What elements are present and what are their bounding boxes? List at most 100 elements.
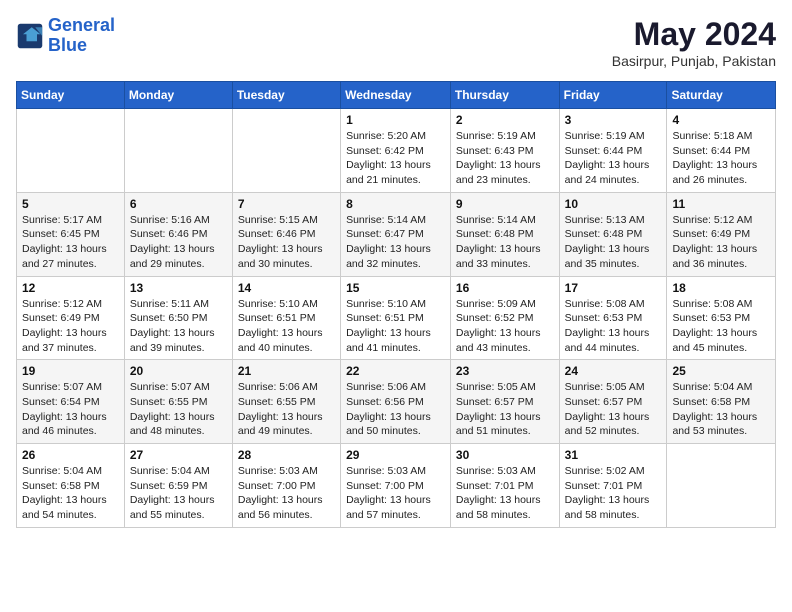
day-number: 18	[672, 281, 770, 295]
day-info: Sunrise: 5:19 AM Sunset: 6:43 PM Dayligh…	[456, 129, 554, 188]
calendar-cell: 13Sunrise: 5:11 AM Sunset: 6:50 PM Dayli…	[124, 276, 232, 360]
day-number: 3	[565, 113, 662, 127]
day-number: 29	[346, 448, 445, 462]
day-info: Sunrise: 5:18 AM Sunset: 6:44 PM Dayligh…	[672, 129, 770, 188]
day-info: Sunrise: 5:10 AM Sunset: 6:51 PM Dayligh…	[238, 297, 335, 356]
day-info: Sunrise: 5:12 AM Sunset: 6:49 PM Dayligh…	[22, 297, 119, 356]
logo-text: General Blue	[48, 16, 115, 56]
calendar-cell: 2Sunrise: 5:19 AM Sunset: 6:43 PM Daylig…	[450, 109, 559, 193]
day-number: 15	[346, 281, 445, 295]
calendar-cell: 28 Sunrise: 5:03 AM Sunset: 7:00 PM Dayli…	[232, 444, 340, 528]
calendar-cell: 25 Sunrise: 5:04 AM Sunset: 6:58 PM Dayli…	[667, 360, 776, 444]
day-info: Sunrise: 5:05 AM Sunset: 6:57 PM Dayligh…	[565, 380, 662, 439]
day-info: Sunrise: 5:11 AM Sunset: 6:50 PM Dayligh…	[130, 297, 227, 356]
day-number: 27	[130, 448, 227, 462]
day-number: 5	[22, 197, 119, 211]
day-number: 28	[238, 448, 335, 462]
calendar-cell	[124, 109, 232, 193]
calendar-cell: 26 Sunrise: 5:04 AM Sunset: 6:58 PM Dayli…	[17, 444, 125, 528]
day-number: 26	[22, 448, 119, 462]
day-info: Sunrise: 5:03 AM Sunset: 7:00 PM Dayligh…	[346, 464, 445, 523]
day-header-sunday: Sunday	[17, 82, 125, 109]
day-header-saturday: Saturday	[667, 82, 776, 109]
day-number: 16	[456, 281, 554, 295]
day-info: Sunrise: 5:13 AM Sunset: 6:48 PM Dayligh…	[565, 213, 662, 272]
calendar-cell: 14Sunrise: 5:10 AM Sunset: 6:51 PM Dayli…	[232, 276, 340, 360]
day-number: 4	[672, 113, 770, 127]
day-info: Sunrise: 5:14 AM Sunset: 6:47 PM Dayligh…	[346, 213, 445, 272]
calendar-week-2: 5Sunrise: 5:17 AM Sunset: 6:45 PM Daylig…	[17, 192, 776, 276]
day-info: Sunrise: 5:04 AM Sunset: 6:59 PM Dayligh…	[130, 464, 227, 523]
calendar-cell: 18 Sunrise: 5:08 AM Sunset: 6:53 PM Dayli…	[667, 276, 776, 360]
calendar-cell: 22Sunrise: 5:06 AM Sunset: 6:56 PM Dayli…	[341, 360, 451, 444]
day-info: Sunrise: 5:12 AM Sunset: 6:49 PM Dayligh…	[672, 213, 770, 272]
calendar-cell: 29 Sunrise: 5:03 AM Sunset: 7:00 PM Dayli…	[341, 444, 451, 528]
day-number: 8	[346, 197, 445, 211]
calendar-cell: 19 Sunrise: 5:07 AM Sunset: 6:54 PM Dayli…	[17, 360, 125, 444]
calendar-week-4: 19 Sunrise: 5:07 AM Sunset: 6:54 PM Dayli…	[17, 360, 776, 444]
day-number: 10	[565, 197, 662, 211]
day-number: 30	[456, 448, 554, 462]
calendar-cell: 6 Sunrise: 5:16 AM Sunset: 6:46 PM Daylig…	[124, 192, 232, 276]
calendar-week-3: 12Sunrise: 5:12 AM Sunset: 6:49 PM Dayli…	[17, 276, 776, 360]
calendar-table: SundayMondayTuesdayWednesdayThursdayFrid…	[16, 81, 776, 528]
day-info: Sunrise: 5:10 AM Sunset: 6:51 PM Dayligh…	[346, 297, 445, 356]
calendar-cell: 9 Sunrise: 5:14 AM Sunset: 6:48 PM Daylig…	[450, 192, 559, 276]
day-number: 31	[565, 448, 662, 462]
calendar-cell: 5Sunrise: 5:17 AM Sunset: 6:45 PM Daylig…	[17, 192, 125, 276]
day-header-monday: Monday	[124, 82, 232, 109]
day-info: Sunrise: 5:06 AM Sunset: 6:55 PM Dayligh…	[238, 380, 335, 439]
calendar-cell: 30 Sunrise: 5:03 AM Sunset: 7:01 PM Dayli…	[450, 444, 559, 528]
calendar-cell: 20 Sunrise: 5:07 AM Sunset: 6:55 PM Dayli…	[124, 360, 232, 444]
day-header-thursday: Thursday	[450, 82, 559, 109]
day-number: 1	[346, 113, 445, 127]
day-info: Sunrise: 5:08 AM Sunset: 6:53 PM Dayligh…	[672, 297, 770, 356]
day-info: Sunrise: 5:02 AM Sunset: 7:01 PM Dayligh…	[565, 464, 662, 523]
calendar-cell	[17, 109, 125, 193]
day-info: Sunrise: 5:16 AM Sunset: 6:46 PM Dayligh…	[130, 213, 227, 272]
day-number: 17	[565, 281, 662, 295]
calendar-week-5: 26 Sunrise: 5:04 AM Sunset: 6:58 PM Dayli…	[17, 444, 776, 528]
day-info: Sunrise: 5:03 AM Sunset: 7:00 PM Dayligh…	[238, 464, 335, 523]
calendar-cell: 12Sunrise: 5:12 AM Sunset: 6:49 PM Dayli…	[17, 276, 125, 360]
calendar-cell: 3Sunrise: 5:19 AM Sunset: 6:44 PM Daylig…	[559, 109, 667, 193]
calendar-week-1: 1 Sunrise: 5:20 AM Sunset: 6:42 PM Daylig…	[17, 109, 776, 193]
day-number: 7	[238, 197, 335, 211]
location: Basirpur, Punjab, Pakistan	[612, 53, 776, 69]
month-year: May 2024	[612, 16, 776, 53]
calendar-cell: 7 Sunrise: 5:15 AM Sunset: 6:46 PM Daylig…	[232, 192, 340, 276]
day-number: 25	[672, 364, 770, 378]
logo: General Blue	[16, 16, 115, 56]
calendar-cell: 8 Sunrise: 5:14 AM Sunset: 6:47 PM Daylig…	[341, 192, 451, 276]
calendar-cell: 10 Sunrise: 5:13 AM Sunset: 6:48 PM Dayli…	[559, 192, 667, 276]
day-info: Sunrise: 5:03 AM Sunset: 7:01 PM Dayligh…	[456, 464, 554, 523]
day-header-wednesday: Wednesday	[341, 82, 451, 109]
day-info: Sunrise: 5:04 AM Sunset: 6:58 PM Dayligh…	[672, 380, 770, 439]
calendar-cell: 23Sunrise: 5:05 AM Sunset: 6:57 PM Dayli…	[450, 360, 559, 444]
calendar-cell: 4 Sunrise: 5:18 AM Sunset: 6:44 PM Daylig…	[667, 109, 776, 193]
calendar-cell: 21Sunrise: 5:06 AM Sunset: 6:55 PM Dayli…	[232, 360, 340, 444]
day-info: Sunrise: 5:06 AM Sunset: 6:56 PM Dayligh…	[346, 380, 445, 439]
day-number: 19	[22, 364, 119, 378]
calendar-cell: 16 Sunrise: 5:09 AM Sunset: 6:52 PM Dayli…	[450, 276, 559, 360]
calendar-cell: 1 Sunrise: 5:20 AM Sunset: 6:42 PM Daylig…	[341, 109, 451, 193]
calendar-cell: 24 Sunrise: 5:05 AM Sunset: 6:57 PM Dayli…	[559, 360, 667, 444]
day-number: 24	[565, 364, 662, 378]
calendar-cell: 11Sunrise: 5:12 AM Sunset: 6:49 PM Dayli…	[667, 192, 776, 276]
day-header-tuesday: Tuesday	[232, 82, 340, 109]
day-info: Sunrise: 5:07 AM Sunset: 6:55 PM Dayligh…	[130, 380, 227, 439]
day-number: 20	[130, 364, 227, 378]
day-info: Sunrise: 5:15 AM Sunset: 6:46 PM Dayligh…	[238, 213, 335, 272]
day-info: Sunrise: 5:20 AM Sunset: 6:42 PM Dayligh…	[346, 129, 445, 188]
day-info: Sunrise: 5:09 AM Sunset: 6:52 PM Dayligh…	[456, 297, 554, 356]
calendar-cell	[667, 444, 776, 528]
day-number: 9	[456, 197, 554, 211]
day-number: 6	[130, 197, 227, 211]
calendar-cell: 15 Sunrise: 5:10 AM Sunset: 6:51 PM Dayli…	[341, 276, 451, 360]
calendar-cell: 31 Sunrise: 5:02 AM Sunset: 7:01 PM Dayli…	[559, 444, 667, 528]
day-info: Sunrise: 5:07 AM Sunset: 6:54 PM Dayligh…	[22, 380, 119, 439]
calendar-header-row: SundayMondayTuesdayWednesdayThursdayFrid…	[17, 82, 776, 109]
day-info: Sunrise: 5:04 AM Sunset: 6:58 PM Dayligh…	[22, 464, 119, 523]
day-info: Sunrise: 5:14 AM Sunset: 6:48 PM Dayligh…	[456, 213, 554, 272]
day-number: 23	[456, 364, 554, 378]
